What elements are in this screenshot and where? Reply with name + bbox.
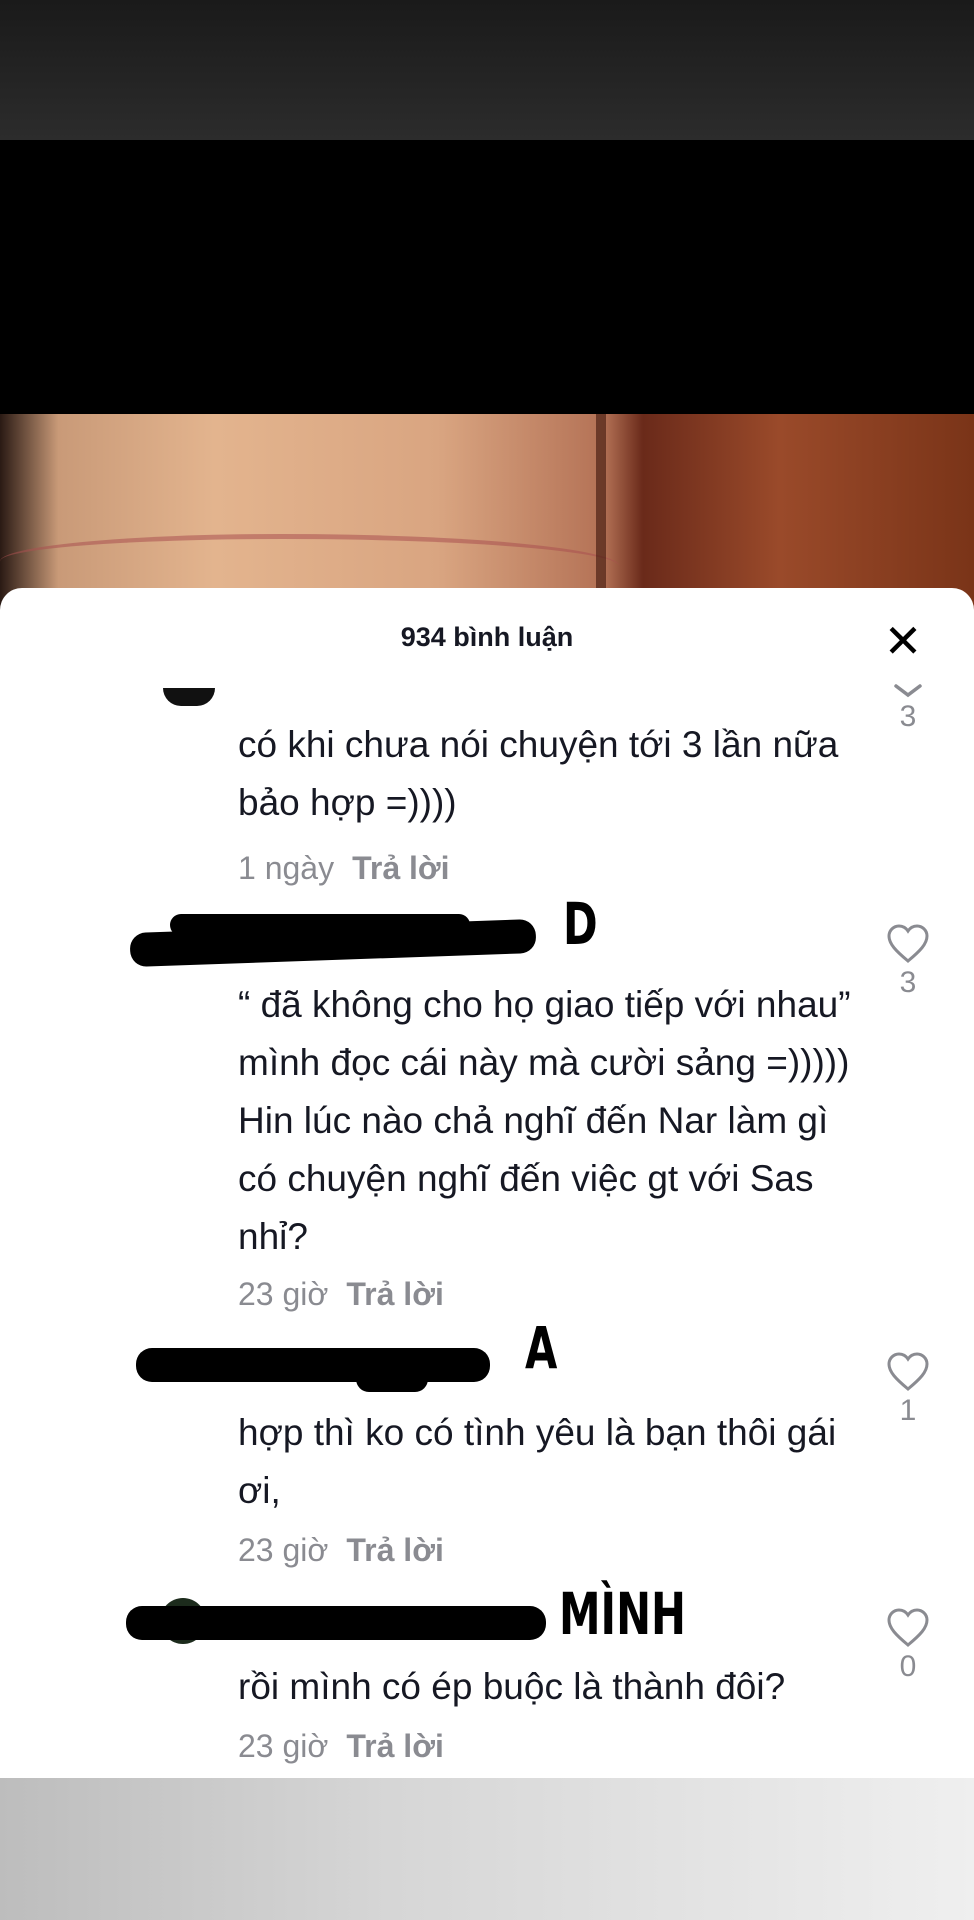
like-count: 0 — [899, 1650, 917, 1683]
comment-time: 1 ngày — [238, 850, 335, 886]
reply-button[interactable]: Trả lời — [346, 1532, 443, 1568]
marker-label: A — [525, 1314, 558, 1382]
comment-text: hợp thì ko có tình yêu là bạn thôi gái ơ… — [238, 1412, 837, 1511]
like-button[interactable]: 3 — [884, 924, 932, 1000]
redacted-username — [126, 1606, 546, 1640]
comments-sheet: 934 bình luận ✕ có khi chưa nói chuyện t… — [0, 588, 974, 1778]
heart-icon — [887, 1352, 929, 1391]
status-area — [0, 0, 974, 140]
reply-button[interactable]: Trả lời — [352, 850, 449, 886]
like-count: 3 — [899, 966, 917, 999]
comment-time: 23 giờ — [238, 1728, 329, 1764]
video-frame[interactable] — [0, 414, 974, 614]
bottom-gradient-bar — [0, 1778, 974, 1920]
like-button[interactable]: 1 — [884, 1352, 932, 1428]
comment-meta: 1 ngày Trả lời — [238, 850, 450, 887]
video-black-region — [0, 140, 974, 414]
comment-meta: 23 giờ Trả lời — [238, 1532, 444, 1569]
like-button[interactable]: 0 — [884, 1608, 932, 1684]
redacted-username — [170, 914, 470, 936]
comment-time: 23 giờ — [238, 1532, 329, 1568]
comment-text: rồi mình có ép buộc là thành đôi? — [238, 1666, 786, 1707]
redacted-username — [136, 1348, 490, 1382]
video-door-edge — [596, 414, 606, 614]
comment-time: 23 giờ — [238, 1276, 329, 1312]
comment-count-title: 934 bình luận — [400, 622, 574, 652]
marker-label: MÌNH — [559, 1580, 687, 1648]
comment-meta: 23 giờ Trả lời — [238, 1728, 444, 1765]
like-count: 3 — [899, 700, 917, 733]
comment-text: có khi chưa nói chuyện tới 3 lần nữa bảo… — [238, 724, 839, 823]
reply-button[interactable]: Trả lời — [346, 1276, 443, 1312]
like-button[interactable]: 3 — [884, 684, 932, 734]
heart-icon — [887, 1608, 929, 1647]
video-wave-decoration — [0, 534, 620, 594]
close-icon[interactable]: ✕ — [880, 618, 926, 664]
marker-label: D — [563, 890, 598, 958]
comment-text: “ đã không cho họ giao tiếp với nhau” mì… — [238, 984, 851, 1257]
reply-button[interactable]: Trả lời — [346, 1728, 443, 1764]
heart-icon — [887, 924, 929, 963]
redacted-username — [356, 1366, 428, 1392]
avatar[interactable] — [163, 688, 215, 706]
chevron-down-icon — [894, 684, 922, 698]
like-count: 1 — [899, 1394, 917, 1427]
comment-meta: 23 giờ Trả lời — [238, 1276, 444, 1313]
